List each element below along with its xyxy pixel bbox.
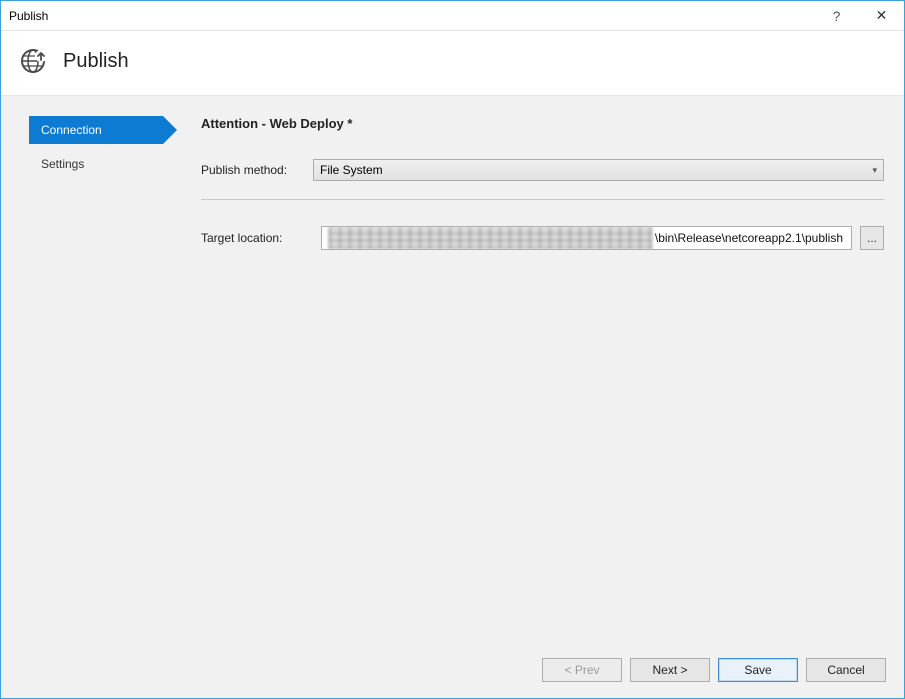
page-title: Publish	[63, 50, 129, 73]
content-panel: Attention - Web Deploy * Publish method:…	[167, 96, 904, 642]
sidebar: Connection Settings	[1, 96, 167, 642]
save-button[interactable]: Save	[718, 658, 798, 682]
publish-globe-icon	[19, 47, 47, 75]
cancel-button[interactable]: Cancel	[806, 658, 886, 682]
page-header: Publish	[1, 31, 904, 95]
sidebar-item-connection[interactable]: Connection	[29, 116, 163, 144]
sidebar-item-label: Connection	[41, 123, 102, 137]
target-location-row: Target location: \bin\Release\netcoreapp…	[201, 226, 884, 250]
target-location-value: \bin\Release\netcoreapp2.1\publish	[655, 231, 845, 245]
prev-button: < Prev	[542, 658, 622, 682]
redacted-path-segment	[328, 227, 653, 249]
divider	[201, 199, 884, 200]
help-button[interactable]: ?	[814, 1, 859, 31]
target-location-input[interactable]: \bin\Release\netcoreapp2.1\publish	[321, 226, 852, 250]
next-button[interactable]: Next >	[630, 658, 710, 682]
publish-method-value: File System	[320, 163, 383, 177]
close-button[interactable]: ✕	[859, 1, 904, 31]
sidebar-item-label: Settings	[41, 157, 84, 171]
target-location-label: Target location:	[201, 231, 313, 245]
publish-method-row: Publish method: File System ▾	[201, 159, 884, 181]
footer: < Prev Next > Save Cancel	[1, 642, 904, 698]
main-area: Connection Settings Attention - Web Depl…	[1, 95, 904, 642]
publish-method-label: Publish method:	[201, 163, 313, 177]
chevron-down-icon: ▾	[872, 165, 877, 176]
sidebar-item-settings[interactable]: Settings	[29, 150, 167, 178]
browse-button[interactable]: ...	[860, 226, 884, 250]
window-title: Publish	[9, 9, 814, 23]
content-heading: Attention - Web Deploy *	[201, 116, 884, 131]
titlebar: Publish ? ✕	[1, 1, 904, 31]
publish-method-select[interactable]: File System ▾	[313, 159, 884, 181]
